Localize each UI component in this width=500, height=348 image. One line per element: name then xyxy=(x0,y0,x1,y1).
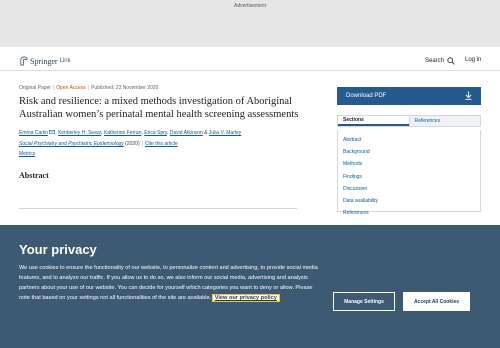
published-date: Published: 23 November 2020 xyxy=(91,85,159,91)
publication-year: (2020) xyxy=(125,141,140,148)
section-link-discussion[interactable]: Discussion xyxy=(343,183,480,195)
section-link-findings[interactable]: Findings xyxy=(343,171,480,183)
sidebar-tabs: Sections References xyxy=(337,115,481,127)
tab-sections[interactable]: Sections xyxy=(338,116,409,126)
tab-references[interactable]: References xyxy=(408,116,480,126)
article-meta: Original Paper | Open Access | Published: 23… xyxy=(19,85,159,91)
springer-horse-icon xyxy=(20,56,28,66)
author-link[interactable]: David Atkinson xyxy=(170,130,203,136)
search-icon xyxy=(447,57,455,65)
logo-text: Springer xyxy=(30,56,58,66)
author-link[interactable]: Kimberley H. Seear xyxy=(58,130,101,136)
download-pdf-label: Download PDF xyxy=(346,93,387,99)
author-link[interactable]: Julia V. Marley xyxy=(209,130,241,136)
cite-this-article-link[interactable]: Cite this article xyxy=(145,141,178,147)
cookie-dialog-title: Your privacy xyxy=(19,242,97,257)
manage-settings-button[interactable]: Manage Settings xyxy=(333,292,395,311)
abstract-divider xyxy=(19,208,297,209)
journal-link[interactable]: Social Psychiatry and Psychiatric Epidem… xyxy=(19,141,124,147)
article-title: Risk and resilience: a mixed methods inv… xyxy=(19,96,299,120)
section-link-data-availability[interactable]: Data availability xyxy=(343,195,480,207)
article-header: Original Paper | Open Access | Published: 23… xyxy=(19,85,299,180)
journal-line: Social Psychiatry and Psychiatric Epidem… xyxy=(19,141,178,148)
section-link-references[interactable]: References xyxy=(343,207,480,219)
section-link-methods[interactable]: Methods xyxy=(343,158,480,170)
section-link-background[interactable]: Background xyxy=(343,146,480,158)
privacy-policy-link[interactable]: View our privacy policy xyxy=(211,294,280,302)
author-separator: & xyxy=(204,130,208,137)
search-label: Search xyxy=(425,58,445,64)
metrics-link[interactable]: Metrics xyxy=(19,151,299,157)
article-type: Original Paper xyxy=(19,85,51,91)
accept-all-cookies-button[interactable]: Accept All Cookies xyxy=(403,292,470,311)
springer-link-logo[interactable]: Springer Link xyxy=(19,56,71,66)
open-access-badge: Open Access xyxy=(56,85,86,91)
logo-subtext: Link xyxy=(59,58,71,64)
download-icon xyxy=(465,91,472,100)
login-link[interactable]: Log in xyxy=(465,57,481,63)
cookie-dialog-text: We use cookies to ensure the functionali… xyxy=(19,263,319,303)
download-pdf-button[interactable]: Download PDF xyxy=(337,87,481,105)
author-list: Emma Carlin , Kimberley H. Seear, Kather… xyxy=(19,130,242,137)
search-button[interactable]: Search xyxy=(425,57,455,65)
author-link[interactable]: Emma Carlin xyxy=(19,130,48,136)
cookie-consent-dialog: Your privacy We use cookies to ensure th… xyxy=(0,225,500,348)
site-header: Springer Link Search Log in xyxy=(0,52,500,71)
author-link[interactable]: Katherine Ferrari xyxy=(104,130,142,136)
section-link-abstract[interactable]: Abstract xyxy=(343,134,480,146)
abstract-heading: Abstract xyxy=(19,171,49,181)
advertisement-area: Advertisement xyxy=(0,0,500,47)
author-link[interactable]: Erica Spry xyxy=(144,130,167,136)
section-list: Abstract Background Methods Findings Dis… xyxy=(337,130,481,216)
advertisement-label: Advertisement xyxy=(234,3,266,9)
